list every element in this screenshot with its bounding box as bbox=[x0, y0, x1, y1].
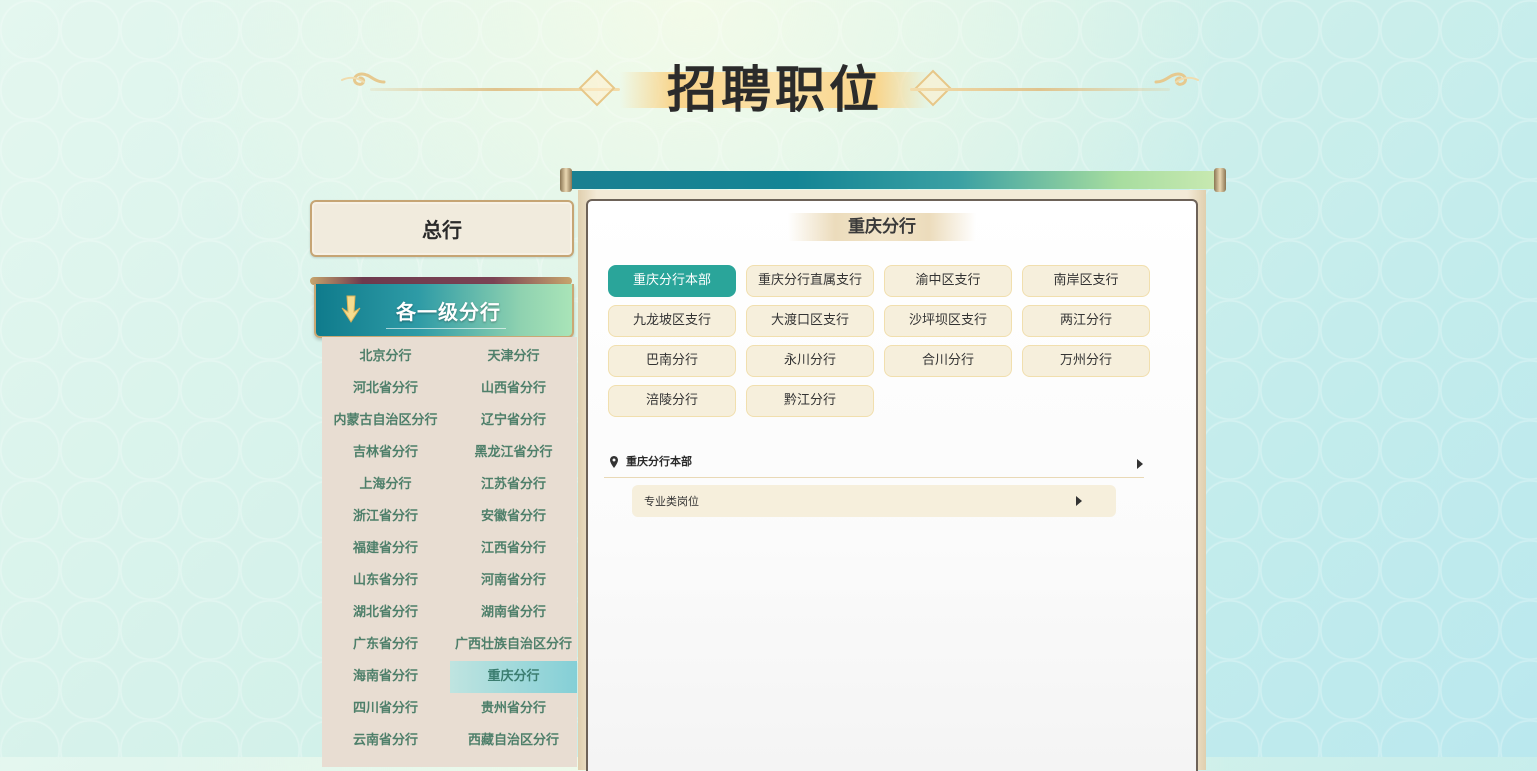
content-panel: 重庆分行 重庆分行本部 重庆分行直属支行 渝中区支行 南岸区支行 九龙坡区支行 大渡口区支… bbox=[586, 199, 1198, 771]
branch-item[interactable]: 西藏自治区分行 bbox=[450, 725, 577, 757]
page-title-banner: 招聘职位 bbox=[340, 58, 1200, 122]
arrow-down-icon bbox=[341, 295, 361, 323]
branch-header-underline bbox=[386, 328, 506, 329]
scroll-end-right bbox=[1214, 168, 1226, 192]
title-diamond-left bbox=[578, 69, 616, 107]
branch-item[interactable]: 山东省分行 bbox=[322, 565, 449, 597]
branch-item[interactable]: 山西省分行 bbox=[450, 373, 577, 405]
branch-item[interactable]: 云南省分行 bbox=[322, 725, 449, 757]
page-title: 招聘职位 bbox=[667, 60, 883, 119]
cloud-flourish-icon bbox=[1154, 72, 1199, 86]
location-row[interactable]: 重庆分行本部 bbox=[604, 451, 1144, 478]
branch-item[interactable]: 广东省分行 bbox=[322, 629, 449, 661]
sub-branch-button[interactable]: 沙坪坝区支行 bbox=[884, 305, 1012, 337]
branch-item[interactable]: 辽宁省分行 bbox=[450, 405, 577, 437]
branch-item[interactable]: 黑龙江省分行 bbox=[450, 437, 577, 469]
branch-list: 北京分行 天津分行 河北省分行 山西省分行 内蒙古自治区分行 辽宁省分行 吉林省分行 黑龙江省… bbox=[322, 337, 577, 767]
branch-item[interactable]: 贵州省分行 bbox=[450, 693, 577, 725]
caret-right-icon bbox=[1137, 459, 1143, 469]
sub-branch-button[interactable]: 涪陵分行 bbox=[608, 385, 736, 417]
branch-item[interactable]: 福建省分行 bbox=[322, 533, 449, 565]
title-line-right bbox=[910, 88, 1170, 91]
sub-branch-button[interactable]: 合川分行 bbox=[884, 345, 1012, 377]
branch-item[interactable]: 河南省分行 bbox=[450, 565, 577, 597]
sub-branch-button[interactable]: 巴南分行 bbox=[608, 345, 736, 377]
branch-item[interactable]: 湖北省分行 bbox=[322, 597, 449, 629]
sub-branch-button[interactable]: 万州分行 bbox=[1022, 345, 1150, 377]
branch-item[interactable]: 四川省分行 bbox=[322, 693, 449, 725]
headquarters-button[interactable]: 总行 bbox=[310, 200, 574, 257]
sub-branch-button[interactable]: 重庆分行本部 bbox=[608, 265, 736, 297]
branch-item[interactable]: 上海分行 bbox=[322, 469, 449, 501]
branch-item[interactable]: 河北省分行 bbox=[322, 373, 449, 405]
sub-branch-button[interactable]: 两江分行 bbox=[1022, 305, 1150, 337]
location-label: 重庆分行本部 bbox=[626, 455, 692, 468]
branch-section-header[interactable]: 各一级分行 bbox=[314, 284, 574, 338]
category-label: 专业类岗位 bbox=[644, 495, 699, 508]
branch-item[interactable]: 江西省分行 bbox=[450, 533, 577, 565]
branch-item[interactable]: 吉林省分行 bbox=[322, 437, 449, 469]
branch-item[interactable]: 北京分行 bbox=[322, 341, 449, 373]
scroll-rod bbox=[560, 168, 1226, 192]
branch-item[interactable]: 内蒙古自治区分行 bbox=[322, 405, 449, 437]
scroll-rod-bar bbox=[570, 171, 1216, 189]
location-pin-icon bbox=[610, 456, 618, 468]
category-row[interactable]: 专业类岗位 bbox=[632, 485, 1116, 517]
sub-branch-button[interactable]: 大渡口区支行 bbox=[746, 305, 874, 337]
panel-title: 重庆分行 bbox=[848, 217, 916, 237]
sub-branch-button[interactable]: 重庆分行直属支行 bbox=[746, 265, 874, 297]
sub-branch-button[interactable]: 渝中区支行 bbox=[884, 265, 1012, 297]
scroll-end-left bbox=[560, 168, 572, 192]
branch-item[interactable]: 浙江省分行 bbox=[322, 501, 449, 533]
branch-item[interactable]: 江苏省分行 bbox=[450, 469, 577, 501]
sub-branch-button[interactable]: 永川分行 bbox=[746, 345, 874, 377]
branch-item[interactable]: 重庆分行 bbox=[450, 661, 577, 693]
sub-branch-button[interactable]: 黔江分行 bbox=[746, 385, 874, 417]
branch-item[interactable]: 天津分行 bbox=[450, 341, 577, 373]
caret-right-icon bbox=[1076, 496, 1082, 506]
branch-item[interactable]: 安徽省分行 bbox=[450, 501, 577, 533]
branch-item[interactable]: 广西壮族自治区分行 bbox=[450, 629, 577, 661]
sub-branch-button[interactable]: 九龙坡区支行 bbox=[608, 305, 736, 337]
sub-branch-button[interactable]: 南岸区支行 bbox=[1022, 265, 1150, 297]
branch-item[interactable]: 海南省分行 bbox=[322, 661, 449, 693]
branch-section-title: 各一级分行 bbox=[396, 300, 501, 324]
branch-item[interactable]: 湖南省分行 bbox=[450, 597, 577, 629]
